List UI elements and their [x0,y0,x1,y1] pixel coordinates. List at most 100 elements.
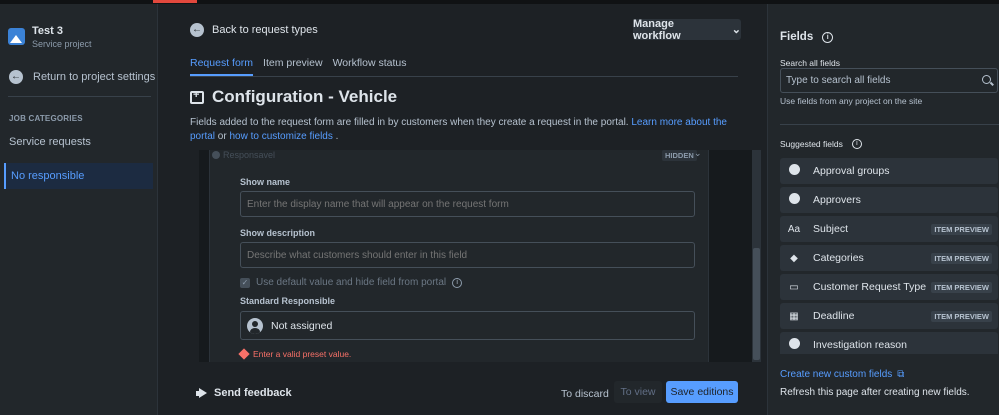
tab-request-form[interactable]: Request form [190,57,254,76]
field-item-investigation-reason[interactable]: Investigation reason [780,332,998,354]
arrow-left-circle-icon: ← [9,70,23,84]
field-label: Subject [813,223,849,235]
scrollbar[interactable] [752,150,761,362]
chevron-circle-icon [787,338,801,352]
field-config-card: Responsavel HIDDEN ⌄ Show name Show desc… [209,148,709,362]
item-preview-badge: ITEM PREVIEW [931,311,992,322]
sidebar: Test 3 Service project ← Return to proje… [0,4,158,415]
checkbox-label: Use default value and hide field from po… [256,277,447,288]
external-link-icon: ⧉ [897,369,905,380]
default-value-checkbox-row: ✓ Use default value and hide field from … [240,277,463,288]
show-description-label: Show description [240,228,316,238]
field-label: Deadline [813,310,855,322]
item-preview-badge: ITEM PREVIEW [931,224,992,235]
megaphone-icon [196,388,208,398]
default-value-checkbox[interactable]: ✓ [240,277,250,288]
item-preview-badge: ITEM PREVIEW [931,282,992,293]
description-or: or [215,131,230,142]
search-icon [982,75,991,84]
standard-responsible-picker[interactable]: Not assigned [240,311,695,340]
field-item-subject[interactable]: Aa Subject ITEM PREVIEW [780,216,998,242]
info-icon[interactable]: i [452,277,463,288]
create-label: Create new custom fields [780,369,893,380]
search-placeholder: Type to search all fields [786,75,891,86]
chevron-down-icon: ⌄ [731,24,741,36]
show-name-input[interactable] [240,191,695,217]
suggested-fields-list[interactable]: Approval groups Approvers Aa Subject ITE… [780,158,998,354]
search-hint: Use fields from any project on the site [780,96,923,106]
tab-workflow-status[interactable]: Workflow status [333,57,407,76]
person-circle-icon [787,193,801,207]
divider [780,124,999,125]
tab-item-preview[interactable]: Item preview [263,57,323,76]
send-feedback-button[interactable]: Send feedback [196,387,292,399]
discard-button[interactable]: To discard [561,388,609,400]
field-item-customer-request-type[interactable]: ▭ Customer Request Type ITEM PREVIEW [780,274,998,300]
info-icon[interactable]: i [822,31,834,43]
suggested-label: Suggested fields [780,139,843,149]
arrow-left-circle-icon: ← [190,23,204,37]
field-item-approvers[interactable]: Approvers [780,187,998,213]
field-label: Customer Request Type [813,281,927,293]
show-description-input[interactable] [240,242,695,268]
description-end: . [332,131,339,142]
divider [8,96,151,97]
field-item-deadline[interactable]: ▦ Deadline ITEM PREVIEW [780,303,998,329]
error-text: Enter a valid preset value. [253,349,352,359]
sidebar-item-service-requests[interactable]: Service requests [9,136,91,148]
create-custom-fields-link[interactable]: Create new custom fields ⧉ [780,369,904,380]
manage-workflow-button[interactable]: Manage workflow ⌄ [633,17,741,42]
field-label: Approvers [813,194,861,206]
chevron-down-icon[interactable]: ⌄ [694,148,702,159]
field-label: Approval groups [813,165,890,177]
tag-icon: ◆ [790,252,798,264]
validation-error: Enter a valid preset value. [238,348,352,360]
project-logo-icon [8,28,25,45]
tabs-divider [190,76,738,77]
request-type-icon: ▭ [789,281,799,293]
show-name-label: Show name [240,177,291,187]
project-name: Test 3 [32,25,63,37]
save-button[interactable]: Save editions [666,381,738,403]
description-text: Fields added to the request form are fil… [190,117,632,128]
scrollbar-thumb[interactable] [753,248,760,360]
page-description: Fields added to the request form are fil… [190,116,745,144]
item-preview-badge: ITEM PREVIEW [931,253,992,264]
info-icon[interactable]: i [851,139,862,149]
assignee-value: Not assigned [271,319,333,332]
return-to-settings-link[interactable]: ← Return to project settings [9,70,155,84]
field-label: Categories [813,252,864,264]
back-to-request-types-link[interactable]: ← Back to request types [190,23,318,37]
error-icon [238,348,250,360]
standard-responsible-label: Standard Responsible [240,296,336,306]
person-icon [212,151,220,159]
user-avatar-icon [247,317,263,334]
field-header[interactable]: Responsavel HIDDEN ⌄ [210,148,708,162]
back-label: Back to request types [212,24,318,36]
field-label: Investigation reason [813,339,907,351]
suggested-fields-heading: Suggested fields i [780,139,862,149]
search-fields-input[interactable]: Type to search all fields [780,68,998,93]
hidden-badge: HIDDEN [662,150,697,161]
chevron-circle-icon [787,164,801,178]
section-heading: JOB CATEGORIES [9,114,83,123]
field-item-approval-groups[interactable]: Approval groups [780,158,998,184]
project-header[interactable]: Test 3 Service project [8,24,92,50]
main-content: ← Back to request types Manage workflow … [159,4,767,415]
manage-label: Manage workflow [633,17,681,42]
fields-panel: Fields i Search all fields Type to searc… [767,4,999,415]
form-scroll-area[interactable]: Responsavel HIDDEN ⌄ Show name Show desc… [199,148,755,362]
feedback-label: Send feedback [214,387,292,399]
search-label: Search all fields [780,58,841,68]
text-icon: Aa [787,223,801,235]
sidebar-item-no-responsible[interactable]: No responsible [4,163,153,189]
tab-bar: Request form Item preview Workflow statu… [190,57,406,76]
footer: Send feedback To discard To view Save ed… [159,369,767,415]
page-title: Configuration - Vehicle [190,87,397,107]
fields-panel-title: Fields i [780,31,834,43]
view-button[interactable]: To view [614,381,662,403]
customize-fields-link[interactable]: how to customize fields [229,131,332,142]
fields-title: Fields [780,31,814,43]
project-type: Service project [32,39,92,49]
field-item-categories[interactable]: ◆ Categories ITEM PREVIEW [780,245,998,271]
